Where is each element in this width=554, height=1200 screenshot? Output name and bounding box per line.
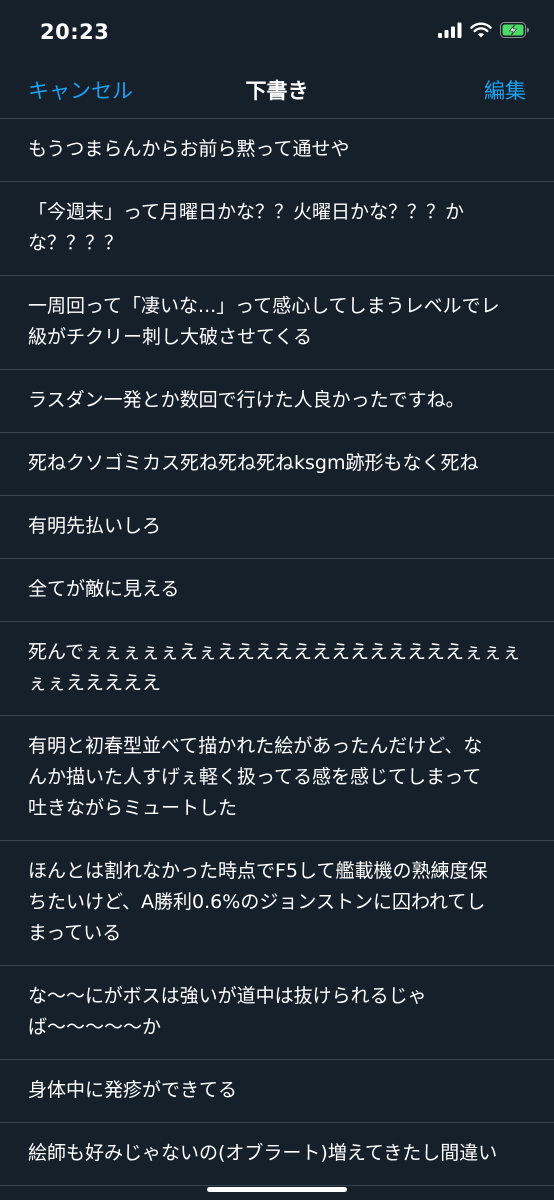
draft-item[interactable]: な〜〜にがボスは強いが道中は抜けられるじゃ ば〜〜〜〜〜か [0,966,554,1060]
draft-list: もうつまらんからお前ら黙って通せや 「今週末」って月曜日かな？？火曜日かな？？？… [0,119,554,1186]
draft-item[interactable]: 身体中に発疹ができてる [0,1060,554,1123]
status-time: 20:23 [40,20,110,44]
draft-item[interactable]: 死んでぇぇぇぇぇえぇえええええええええええええぇぇぇ ぇぇえええええ [0,622,554,716]
status-icons [438,22,530,38]
status-bar: 20:23 [0,0,554,68]
home-indicator[interactable] [207,1187,347,1192]
draft-item[interactable]: ラスダン一発とか数回で行けた人良かったですね。 [0,370,554,433]
draft-item[interactable]: ほんとは割れなかった時点でF5して艦載機の熟練度保 ちたいけど、A勝利0.6%の… [0,841,554,966]
navigation-bar: キャンセル 下書き 編集 [0,68,554,119]
draft-item[interactable]: 死ねクソゴミカス死ね死ね死ねksgm跡形もなく死ね [0,433,554,496]
draft-item[interactable]: 絵師も好みじゃないの(オブラート)増えてきたし間違い [0,1123,554,1186]
cellular-signal-icon [438,22,462,38]
battery-charging-icon [500,22,529,38]
draft-item[interactable]: 一周回って「凄いな...」って感心してしまうレベルでレ 級がチクリー刺し大破させ… [0,276,554,370]
draft-item[interactable]: 有明と初春型並べて描かれた絵があったんだけど、な んか描いた人すげぇ軽く扱ってる… [0,716,554,841]
page-title: 下書き [245,79,309,103]
draft-item[interactable]: 有明先払いしろ [0,496,554,559]
draft-item[interactable]: 「今週末」って月曜日かな？？火曜日かな？？？か な？？？？ [0,182,554,276]
edit-button[interactable]: 編集 [484,75,526,105]
wifi-icon [470,22,492,38]
draft-item[interactable]: 全てが敵に見える [0,559,554,622]
draft-item[interactable]: もうつまらんからお前ら黙って通せや [0,119,554,182]
